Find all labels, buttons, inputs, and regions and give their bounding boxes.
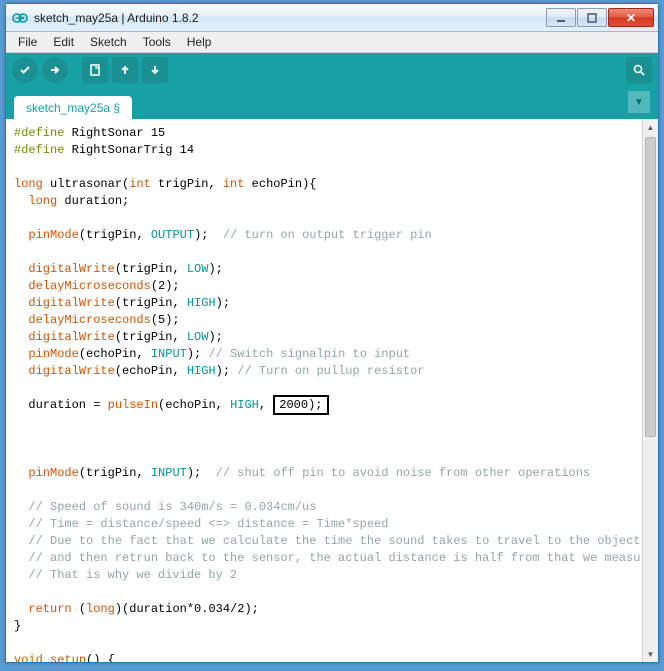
app-window: sketch_may25a | Arduino 1.8.2 ✕ File Edi… [5, 3, 659, 663]
serial-monitor-button[interactable] [626, 57, 652, 83]
new-button[interactable] [82, 57, 108, 83]
vertical-scrollbar[interactable]: ▲ ▼ [642, 119, 658, 662]
highlighted-timeout-value: 2000); [273, 395, 328, 415]
close-button[interactable]: ✕ [608, 8, 654, 27]
titlebar[interactable]: sketch_may25a | Arduino 1.8.2 ✕ [6, 4, 658, 32]
upload-button[interactable] [42, 57, 68, 83]
menu-file[interactable]: File [10, 33, 45, 51]
verify-button[interactable] [12, 57, 38, 83]
menu-sketch[interactable]: Sketch [82, 33, 135, 51]
menubar: File Edit Sketch Tools Help [6, 32, 658, 53]
scroll-up-button[interactable]: ▲ [643, 119, 658, 135]
tabbar: sketch_may25a § ▼ [6, 87, 658, 119]
menu-help[interactable]: Help [179, 33, 220, 51]
tab-sketch[interactable]: sketch_may25a § [14, 96, 132, 119]
scroll-down-button[interactable]: ▼ [643, 646, 658, 662]
open-button[interactable] [112, 57, 138, 83]
window-title: sketch_may25a | Arduino 1.8.2 [34, 11, 546, 25]
toolbar [6, 53, 658, 87]
tab-menu-button[interactable]: ▼ [628, 91, 650, 113]
code-content[interactable]: #define RightSonar 15 #define RightSonar… [14, 125, 650, 662]
scrollbar-thumb[interactable] [645, 137, 656, 437]
arduino-icon [12, 10, 28, 26]
maximize-button[interactable] [577, 8, 607, 27]
save-button[interactable] [142, 57, 168, 83]
menu-tools[interactable]: Tools [135, 33, 179, 51]
code-editor[interactable]: #define RightSonar 15 #define RightSonar… [6, 119, 658, 662]
minimize-button[interactable] [546, 8, 576, 27]
menu-edit[interactable]: Edit [45, 33, 82, 51]
